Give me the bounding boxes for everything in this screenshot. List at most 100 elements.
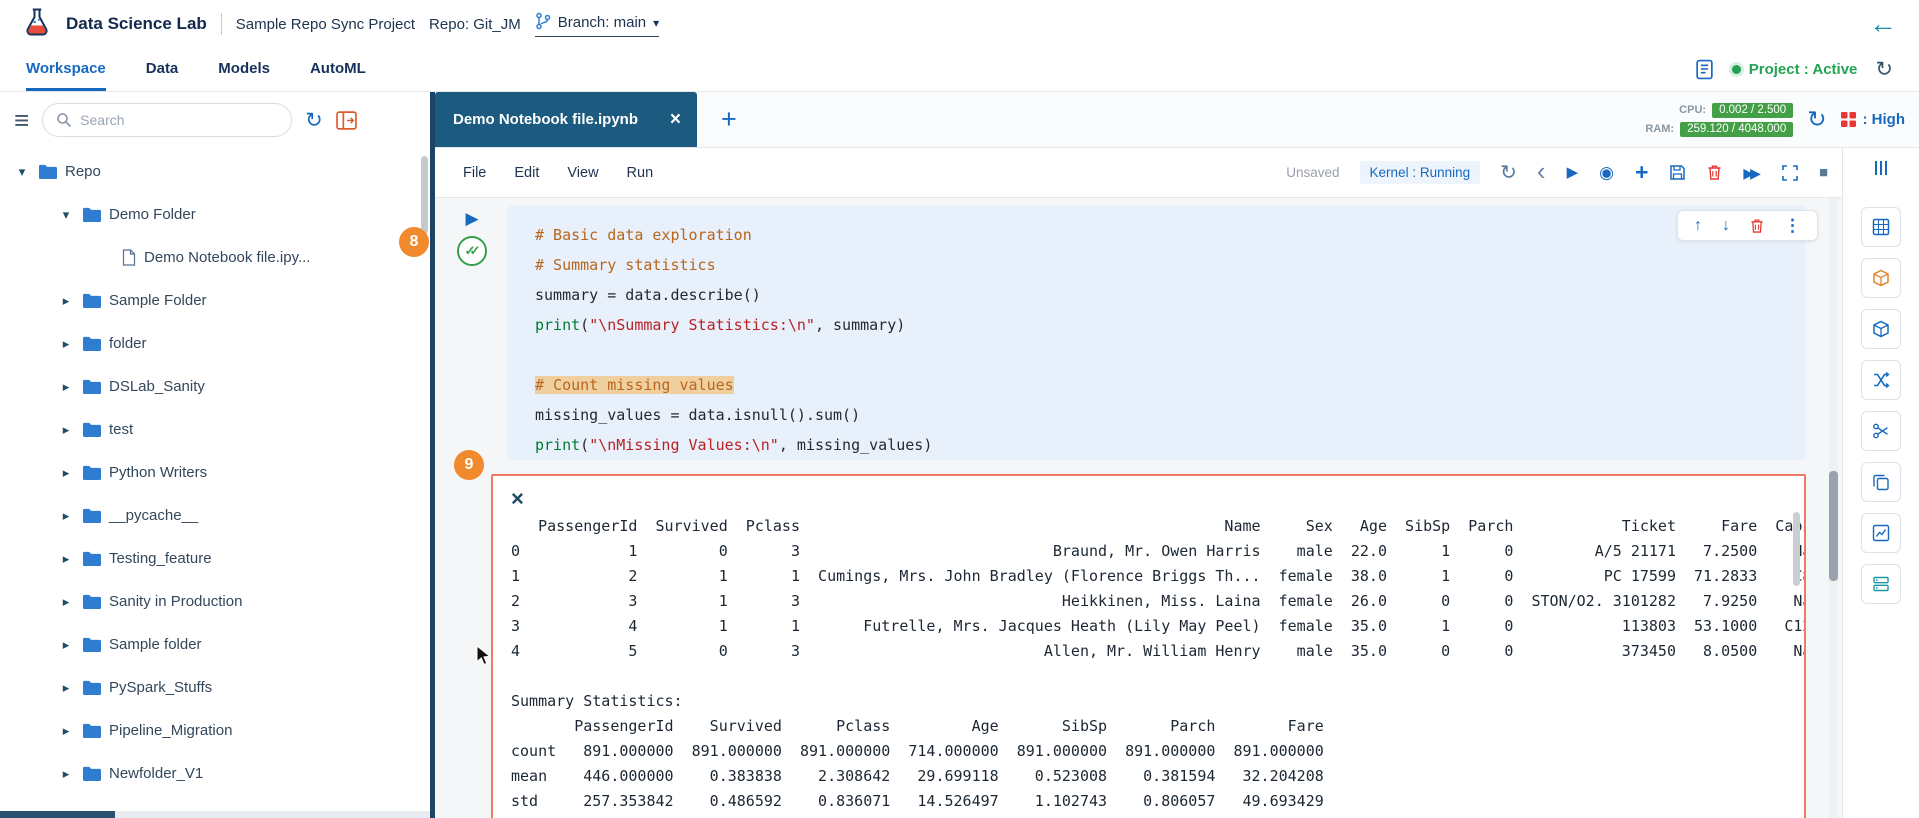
cell-more-options-icon[interactable]: ⋮: [1784, 217, 1801, 234]
cell-output: × PassengerId Survived Pclass Name Sex A…: [491, 474, 1806, 818]
tree-item-repo[interactable]: ▾Repo: [0, 150, 430, 193]
search-input[interactable]: [80, 112, 278, 128]
output-line: 4 5 0 3 Allen, Mr. William Henry male 35…: [511, 639, 1788, 664]
code-editor[interactable]: # Basic data exploration# Summary statis…: [535, 220, 1806, 460]
menu-view[interactable]: View: [567, 165, 598, 181]
project-name: Sample Repo Sync Project: [236, 16, 415, 33]
tree-item-pipeline-migration[interactable]: ▸Pipeline_Migration: [0, 709, 430, 752]
model-cube-icon[interactable]: [1861, 309, 1901, 349]
output-line: Summary Statistics:: [511, 689, 1788, 714]
notebook-scrollbar-thumb[interactable]: [1829, 471, 1838, 581]
chevron-left-icon[interactable]: ‹: [1537, 158, 1546, 184]
run-all-icon[interactable]: ▶▶: [1743, 166, 1761, 180]
tree-item-test[interactable]: ▸test: [0, 408, 430, 451]
caret-down-icon[interactable]: ▾: [58, 207, 74, 223]
tree-item-python-writers[interactable]: ▸Python Writers: [0, 451, 430, 494]
output-scrollbar[interactable]: [1793, 512, 1800, 586]
tree-item-folder[interactable]: ▸ folder: [0, 322, 430, 365]
tree-item-label: Testing_feature: [109, 550, 212, 567]
storage-icon[interactable]: [1861, 564, 1901, 604]
caret-right-icon[interactable]: ▸: [58, 422, 74, 438]
nav-tab-models[interactable]: Models: [218, 48, 270, 91]
delete-cell-icon[interactable]: [1707, 164, 1722, 181]
tree-item-demo-notebook-file-ipy[interactable]: Demo Notebook file.ipy...: [0, 236, 430, 279]
caret-right-icon[interactable]: ▸: [58, 723, 74, 739]
back-arrow-icon[interactable]: ←: [1869, 10, 1897, 38]
caret-right-icon[interactable]: ▸: [58, 680, 74, 696]
caret-down-icon[interactable]: ▾: [14, 164, 30, 180]
caret-right-icon[interactable]: ▸: [58, 465, 74, 481]
caret-right-icon[interactable]: ▸: [58, 766, 74, 782]
cell-toolbar: ↑ ↓ ⋮: [1677, 210, 1818, 241]
add-tab-button[interactable]: +: [721, 106, 737, 133]
tree-item-sample-folder[interactable]: ▸ Sample Folder: [0, 279, 430, 322]
refresh-files-icon[interactable]: ↻: [305, 110, 323, 131]
caret-right-icon[interactable]: ▸: [58, 637, 74, 653]
output-text: PassengerId Survived Pclass Name Sex Age…: [511, 514, 1788, 818]
output-line: 2 3 1 3 Heikkinen, Miss. Laina female 26…: [511, 589, 1788, 614]
branch-selector[interactable]: Branch: main ▾: [535, 12, 659, 37]
menu-file[interactable]: File: [463, 165, 486, 181]
file-search-box[interactable]: [42, 103, 292, 137]
run-cell-icon[interactable]: ▶: [465, 210, 478, 227]
tree-item-dslab-sanity[interactable]: ▸DSLab_Sanity: [0, 365, 430, 408]
chart-icon[interactable]: [1861, 513, 1901, 553]
caret-right-icon[interactable]: ▸: [58, 551, 74, 567]
nav-tab-workspace[interactable]: Workspace: [26, 48, 106, 91]
file-tree-hscroll-thumb[interactable]: [0, 811, 115, 818]
app-header: Data Science Lab Sample Repo Sync Projec…: [0, 0, 1919, 48]
menu-hamburger-icon[interactable]: ≡: [14, 107, 29, 133]
folder-icon: [38, 164, 57, 179]
collapse-panel-icon[interactable]: [336, 111, 357, 130]
output-line: min 1.000000 0.000000 1.000000 0.420000 …: [511, 814, 1788, 818]
code-line: print("\nMissing Values:\n", missing_val…: [535, 430, 1806, 460]
code-line: # Basic data exploration: [535, 220, 1806, 250]
data-grid-icon[interactable]: [1861, 207, 1901, 247]
activity-log-icon[interactable]: [1695, 59, 1714, 80]
close-tab-icon[interactable]: ×: [670, 110, 681, 129]
layout-columns-icon[interactable]: [1873, 160, 1889, 181]
code-cell[interactable]: # Basic data exploration# Summary statis…: [507, 206, 1806, 460]
copy-icon[interactable]: [1861, 462, 1901, 502]
tree-item-sample-folder[interactable]: ▸ Sample folder: [0, 623, 430, 666]
refresh-resources-icon[interactable]: ↻: [1807, 108, 1826, 131]
tree-item-label: Sample Folder: [109, 292, 207, 309]
tree-item-testing-feature[interactable]: ▸ Testing_feature: [0, 537, 430, 580]
close-output-icon[interactable]: ×: [511, 488, 524, 510]
tree-item-sanity-in-production[interactable]: ▸Sanity in Production: [0, 580, 430, 623]
notebook-panel: File Edit View Run Unsaved Kernel : Runn…: [435, 148, 1842, 818]
caret-right-icon[interactable]: ▸: [58, 293, 74, 309]
tree-item-pyspark-stuffs[interactable]: ▸PySpark_Stuffs: [0, 666, 430, 709]
tree-item-label: __pycache__: [109, 507, 198, 524]
refresh-kernel-icon[interactable]: ↻: [1500, 163, 1517, 183]
delete-cell-icon[interactable]: [1750, 218, 1764, 234]
caret-right-icon[interactable]: ▸: [58, 379, 74, 395]
scissors-icon[interactable]: [1861, 411, 1901, 451]
move-cell-up-icon[interactable]: ↑: [1694, 218, 1702, 234]
pipeline-shuffle-icon[interactable]: [1861, 360, 1901, 400]
file-tree-scrollbar[interactable]: [421, 156, 428, 234]
tree-item-label: folder: [109, 335, 147, 352]
stop-kernel-icon[interactable]: ■: [1819, 165, 1828, 180]
save-notebook-icon[interactable]: [1669, 164, 1686, 181]
add-cell-icon[interactable]: +: [1635, 161, 1648, 184]
search-icon: [56, 112, 72, 128]
run-cell-toolbar-icon[interactable]: ▶: [1567, 165, 1579, 180]
fullscreen-icon[interactable]: [1782, 165, 1798, 181]
tab-demo-notebook[interactable]: Demo Notebook file.ipynb ×: [435, 92, 697, 147]
tree-item-label: Sample folder: [109, 636, 202, 653]
caret-right-icon[interactable]: ▸: [58, 508, 74, 524]
caret-right-icon[interactable]: ▸: [58, 594, 74, 610]
tree-item-demo-folder[interactable]: ▾Demo Folder: [0, 193, 430, 236]
refresh-project-icon[interactable]: ↻: [1875, 59, 1893, 80]
tree-item-newfolder-v1[interactable]: ▸Newfolder_V1: [0, 752, 430, 795]
package-icon[interactable]: [1861, 258, 1901, 298]
move-cell-down-icon[interactable]: ↓: [1722, 218, 1730, 234]
tree-item-pycache[interactable]: ▸ __pycache__: [0, 494, 430, 537]
nav-tab-automl[interactable]: AutoML: [310, 48, 366, 91]
nav-tab-data[interactable]: Data: [146, 48, 179, 91]
caret-right-icon[interactable]: ▸: [58, 336, 74, 352]
menu-run[interactable]: Run: [627, 165, 654, 181]
record-icon[interactable]: ◉: [1599, 164, 1614, 181]
menu-edit[interactable]: Edit: [514, 165, 539, 181]
